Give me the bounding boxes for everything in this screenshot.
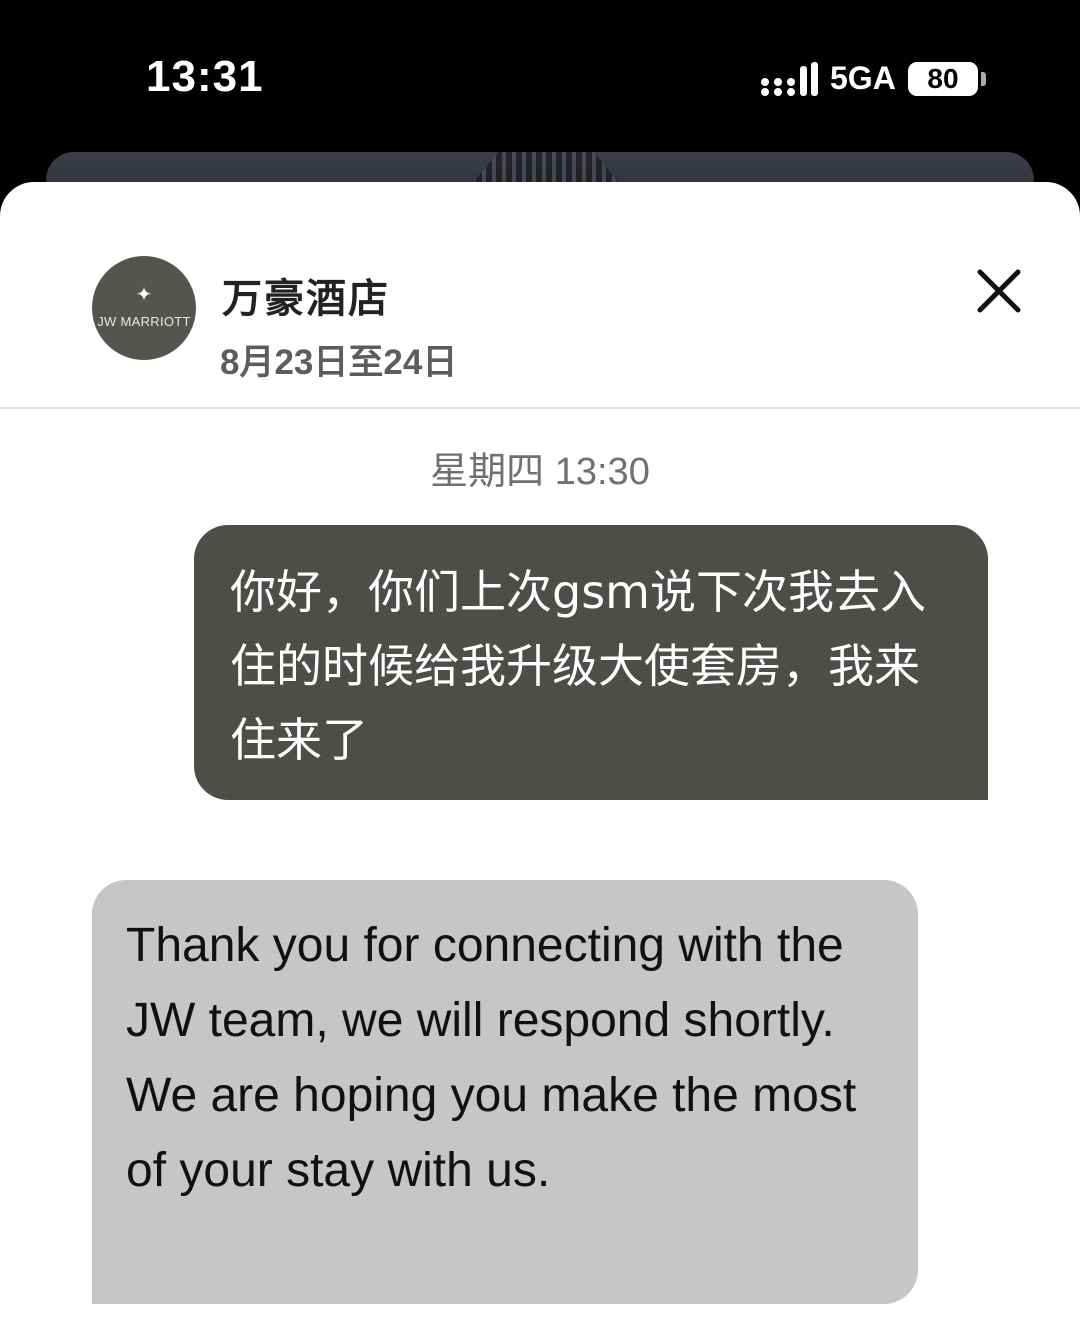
hotel-avatar: ✦ JW MARRIOTT	[92, 256, 196, 360]
stay-dates: 8月23日至24日	[220, 343, 458, 382]
status-time: 13:31	[146, 52, 264, 101]
hotel-name: 万豪酒店	[222, 276, 390, 322]
received-message-text: Thank you for connecting with the JW tea…	[126, 919, 857, 1197]
network-type: 5GA	[830, 60, 896, 96]
received-message-bubble[interactable]: Thank you for connecting with the JW tea…	[92, 880, 918, 1304]
sent-message-text: 你好，你们上次gsm说下次我去入住的时候给我升级大使套房，我来住来了	[230, 565, 926, 767]
status-bar: 13:31 5GA 80	[0, 0, 1080, 160]
header-divider	[0, 407, 1080, 409]
close-icon[interactable]	[972, 264, 1026, 318]
redacted-name	[470, 262, 740, 318]
battery-tip	[981, 72, 986, 86]
avatar-brand-text: JW MARRIOTT	[97, 314, 191, 329]
sent-message-bubble[interactable]: 你好，你们上次gsm说下次我去入住的时候给我升级大使套房，我来住来了	[194, 525, 988, 800]
signal-icon	[761, 62, 818, 96]
battery-icon: 80	[908, 62, 978, 96]
message-timestamp: 星期四 13:30	[430, 451, 650, 493]
jw-marriott-logo-icon: ✦	[135, 284, 153, 306]
